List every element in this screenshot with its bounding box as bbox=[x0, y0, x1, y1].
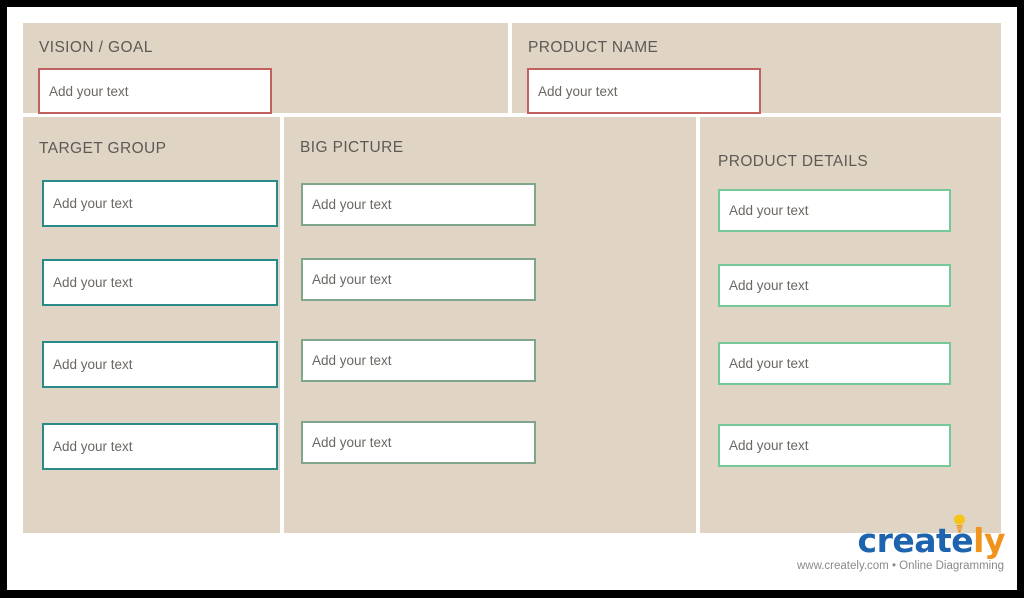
creately-tagline: www.creately.com • Online Diagramming bbox=[797, 560, 1004, 572]
target-group-textbox-1[interactable]: Add your text bbox=[42, 180, 278, 227]
panel-vision-goal[interactable]: VISION / GOAL Add your text bbox=[23, 23, 508, 113]
big-picture-textbox-4[interactable]: Add your text bbox=[301, 421, 536, 464]
placeholder-text: Add your text bbox=[44, 357, 133, 372]
target-group-textbox-4[interactable]: Add your text bbox=[42, 423, 278, 470]
creately-wordmark: creately bbox=[858, 524, 1005, 557]
target-group-textbox-3[interactable]: Add your text bbox=[42, 341, 278, 388]
vision-goal-textbox-1[interactable]: Add your text bbox=[38, 68, 272, 114]
product-details-textbox-1[interactable]: Add your text bbox=[718, 189, 951, 232]
placeholder-text: Add your text bbox=[720, 438, 809, 453]
logo-text-creat: creat bbox=[858, 521, 952, 560]
placeholder-text: Add your text bbox=[303, 197, 392, 212]
product-details-textbox-3[interactable]: Add your text bbox=[718, 342, 951, 385]
panel-product-name[interactable]: PRODUCT NAME Add your text bbox=[512, 23, 1001, 113]
placeholder-text: Add your text bbox=[720, 203, 809, 218]
big-picture-textbox-1[interactable]: Add your text bbox=[301, 183, 536, 226]
placeholder-text: Add your text bbox=[720, 278, 809, 293]
product-details-heading: PRODUCT DETAILS bbox=[718, 153, 868, 171]
big-picture-heading: BIG PICTURE bbox=[300, 139, 403, 157]
placeholder-text: Add your text bbox=[303, 435, 392, 450]
placeholder-text: Add your text bbox=[44, 196, 133, 211]
placeholder-text: Add your text bbox=[529, 84, 618, 99]
panel-product-details[interactable]: PRODUCT DETAILS Add your text Add your t… bbox=[700, 117, 1001, 533]
product-details-textbox-4[interactable]: Add your text bbox=[718, 424, 951, 467]
product-name-heading: PRODUCT NAME bbox=[528, 39, 658, 57]
placeholder-text: Add your text bbox=[720, 356, 809, 371]
big-picture-textbox-2[interactable]: Add your text bbox=[301, 258, 536, 301]
placeholder-text: Add your text bbox=[44, 275, 133, 290]
product-name-textbox-1[interactable]: Add your text bbox=[527, 68, 761, 114]
slide-canvas: VISION / GOAL Add your text PRODUCT NAME… bbox=[7, 7, 1017, 590]
placeholder-text: Add your text bbox=[40, 84, 129, 99]
placeholder-text: Add your text bbox=[44, 439, 133, 454]
placeholder-text: Add your text bbox=[303, 353, 392, 368]
panel-big-picture[interactable]: BIG PICTURE Add your text Add your text … bbox=[284, 117, 696, 533]
vision-goal-heading: VISION / GOAL bbox=[39, 39, 153, 57]
placeholder-text: Add your text bbox=[303, 272, 392, 287]
logo-text-e: e bbox=[951, 521, 973, 560]
slide-frame: VISION / GOAL Add your text PRODUCT NAME… bbox=[0, 0, 1024, 598]
product-details-textbox-2[interactable]: Add your text bbox=[718, 264, 951, 307]
big-picture-textbox-3[interactable]: Add your text bbox=[301, 339, 536, 382]
target-group-textbox-2[interactable]: Add your text bbox=[42, 259, 278, 306]
creately-logo[interactable]: creately www.creately.com • Online Diagr… bbox=[787, 516, 1007, 572]
target-group-heading: TARGET GROUP bbox=[39, 140, 166, 158]
logo-text-ly: ly bbox=[973, 521, 1005, 560]
panel-target-group[interactable]: TARGET GROUP Add your text Add your text… bbox=[23, 117, 280, 533]
